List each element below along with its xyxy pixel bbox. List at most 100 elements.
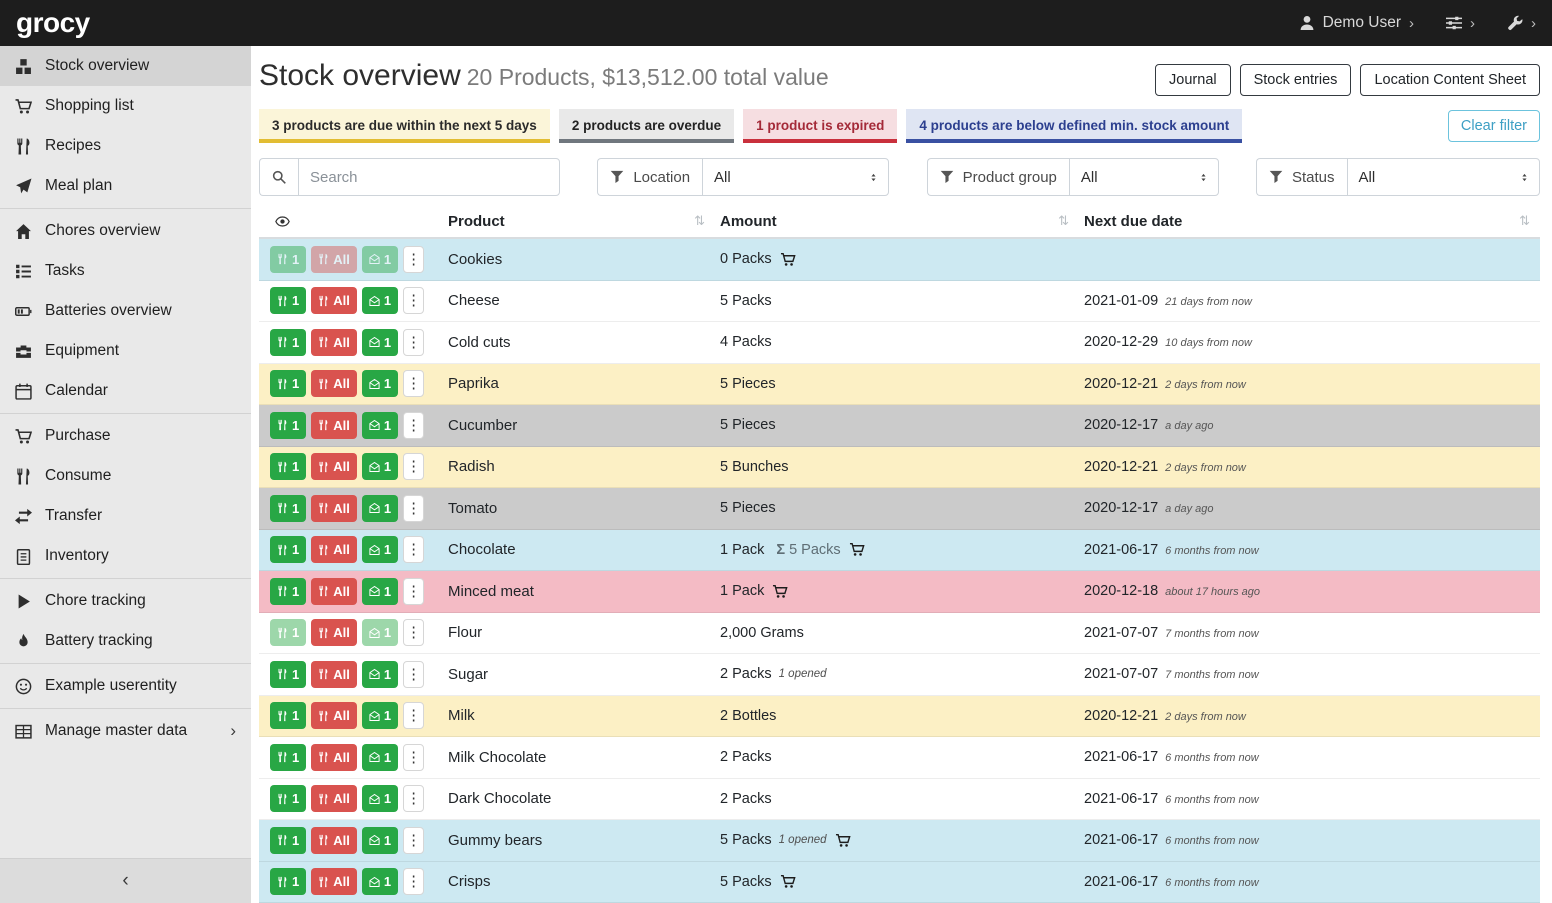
- row-menu-button[interactable]: ⋮: [403, 619, 424, 646]
- consume-all-button[interactable]: All: [311, 868, 357, 895]
- product-name[interactable]: Tomato: [443, 500, 715, 517]
- sidebar-item-consume[interactable]: Consume: [0, 456, 251, 496]
- sidebar-collapse-button[interactable]: ‹: [0, 858, 251, 903]
- product-name[interactable]: Dark Chocolate: [443, 790, 715, 807]
- consume-all-button[interactable]: All: [311, 495, 357, 522]
- sidebar-item-example-userentity[interactable]: Example userentity: [0, 666, 251, 706]
- open-one-button[interactable]: 1: [362, 868, 398, 895]
- row-menu-button[interactable]: ⋮: [403, 412, 424, 439]
- consume-all-button[interactable]: All: [311, 827, 357, 854]
- shopping-cart-icon[interactable]: [835, 833, 851, 848]
- row-menu-button[interactable]: ⋮: [403, 453, 424, 480]
- product-name[interactable]: Chocolate: [443, 541, 715, 558]
- open-one-button[interactable]: 1: [362, 536, 398, 563]
- product-name[interactable]: Radish: [443, 458, 715, 475]
- sidebar-item-inventory[interactable]: Inventory: [0, 536, 251, 576]
- location-select[interactable]: All: [702, 158, 889, 196]
- consume-one-button[interactable]: 1: [270, 370, 306, 397]
- row-menu-button[interactable]: ⋮: [403, 495, 424, 522]
- sidebar-item-chores-overview[interactable]: Chores overview: [0, 211, 251, 251]
- open-one-button[interactable]: 1: [362, 785, 398, 812]
- product-name[interactable]: Flour: [443, 624, 715, 641]
- consume-all-button[interactable]: All: [311, 287, 357, 314]
- open-one-button[interactable]: 1: [362, 495, 398, 522]
- row-menu-button[interactable]: ⋮: [403, 868, 424, 895]
- banner-overdue[interactable]: 2 products are overdue: [559, 109, 734, 143]
- consume-one-button[interactable]: 1: [270, 868, 306, 895]
- consume-one-button[interactable]: 1: [270, 329, 306, 356]
- row-menu-button[interactable]: ⋮: [403, 287, 424, 314]
- banner-expired[interactable]: 1 product is expired: [743, 109, 897, 143]
- consume-all-button[interactable]: All: [311, 661, 357, 688]
- consume-one-button[interactable]: 1: [270, 578, 306, 605]
- row-menu-button[interactable]: ⋮: [403, 661, 424, 688]
- consume-one-button[interactable]: 1: [270, 785, 306, 812]
- row-menu-button[interactable]: ⋮: [403, 578, 424, 605]
- shopping-cart-icon[interactable]: [772, 584, 788, 599]
- sort-icon[interactable]: ⇅: [1519, 213, 1530, 229]
- consume-one-button[interactable]: 1: [270, 412, 306, 439]
- column-next-due-date[interactable]: Next due date⇅: [1079, 213, 1540, 230]
- row-menu-button[interactable]: ⋮: [403, 329, 424, 356]
- product-name[interactable]: Sugar: [443, 666, 715, 683]
- consume-all-button[interactable]: All: [311, 578, 357, 605]
- product-name[interactable]: Milk: [443, 707, 715, 724]
- admin-menu[interactable]: ›: [1507, 15, 1536, 31]
- open-one-button[interactable]: 1: [362, 453, 398, 480]
- row-menu-button[interactable]: ⋮: [403, 370, 424, 397]
- consume-all-button[interactable]: All: [311, 453, 357, 480]
- banner-below-min-stock[interactable]: 4 products are below defined min. stock …: [906, 109, 1242, 143]
- column-product[interactable]: Product⇅: [443, 213, 715, 230]
- consume-one-button[interactable]: 1: [270, 702, 306, 729]
- consume-one-button[interactable]: 1: [270, 827, 306, 854]
- open-one-button[interactable]: 1: [362, 370, 398, 397]
- consume-all-button[interactable]: All: [311, 536, 357, 563]
- banner-due-soon[interactable]: 3 products are due within the next 5 day…: [259, 109, 550, 143]
- row-menu-button[interactable]: ⋮: [403, 702, 424, 729]
- row-menu-button[interactable]: ⋮: [403, 536, 424, 563]
- open-one-button[interactable]: 1: [362, 619, 398, 646]
- search-input[interactable]: [298, 158, 560, 196]
- consume-all-button[interactable]: All: [311, 785, 357, 812]
- sidebar-item-manage-master-data[interactable]: Manage master data ›: [0, 711, 251, 751]
- column-amount[interactable]: Amount⇅: [715, 213, 1079, 230]
- product-name[interactable]: Cold cuts: [443, 334, 715, 351]
- row-menu-button[interactable]: ⋮: [403, 785, 424, 812]
- consume-one-button[interactable]: 1: [270, 619, 306, 646]
- consume-all-button[interactable]: All: [311, 619, 357, 646]
- user-menu[interactable]: Demo User ›: [1299, 14, 1414, 32]
- consume-one-button[interactable]: 1: [270, 661, 306, 688]
- consume-one-button[interactable]: 1: [270, 495, 306, 522]
- sort-icon[interactable]: ⇅: [694, 213, 705, 229]
- consume-all-button[interactable]: All: [311, 370, 357, 397]
- open-one-button[interactable]: 1: [362, 412, 398, 439]
- sidebar-item-chore-tracking[interactable]: Chore tracking: [0, 581, 251, 621]
- open-one-button[interactable]: 1: [362, 578, 398, 605]
- open-one-button[interactable]: 1: [362, 246, 398, 273]
- sidebar-item-transfer[interactable]: Transfer: [0, 496, 251, 536]
- eye-icon[interactable]: [274, 214, 291, 229]
- consume-one-button[interactable]: 1: [270, 536, 306, 563]
- open-one-button[interactable]: 1: [362, 287, 398, 314]
- consume-one-button[interactable]: 1: [270, 287, 306, 314]
- shopping-cart-icon[interactable]: [849, 542, 865, 557]
- status-select[interactable]: All: [1347, 158, 1540, 196]
- sort-icon[interactable]: ⇅: [1058, 213, 1069, 229]
- consume-all-button[interactable]: All: [311, 744, 357, 771]
- journal-button[interactable]: Journal: [1155, 64, 1231, 96]
- sidebar-item-calendar[interactable]: Calendar: [0, 371, 251, 411]
- sidebar-item-meal-plan[interactable]: Meal plan: [0, 166, 251, 206]
- consume-all-button[interactable]: All: [311, 329, 357, 356]
- row-menu-button[interactable]: ⋮: [403, 744, 424, 771]
- product-name[interactable]: Cookies: [443, 251, 715, 268]
- consume-one-button[interactable]: 1: [270, 246, 306, 273]
- product-name[interactable]: Cucumber: [443, 417, 715, 434]
- sidebar-item-recipes[interactable]: Recipes: [0, 126, 251, 166]
- product-name[interactable]: Paprika: [443, 375, 715, 392]
- sidebar-item-shopping-list[interactable]: Shopping list: [0, 86, 251, 126]
- sidebar-item-tasks[interactable]: Tasks: [0, 251, 251, 291]
- row-menu-button[interactable]: ⋮: [403, 246, 424, 273]
- sidebar-item-purchase[interactable]: Purchase: [0, 416, 251, 456]
- product-group-select[interactable]: All: [1069, 158, 1219, 196]
- product-name[interactable]: Milk Chocolate: [443, 749, 715, 766]
